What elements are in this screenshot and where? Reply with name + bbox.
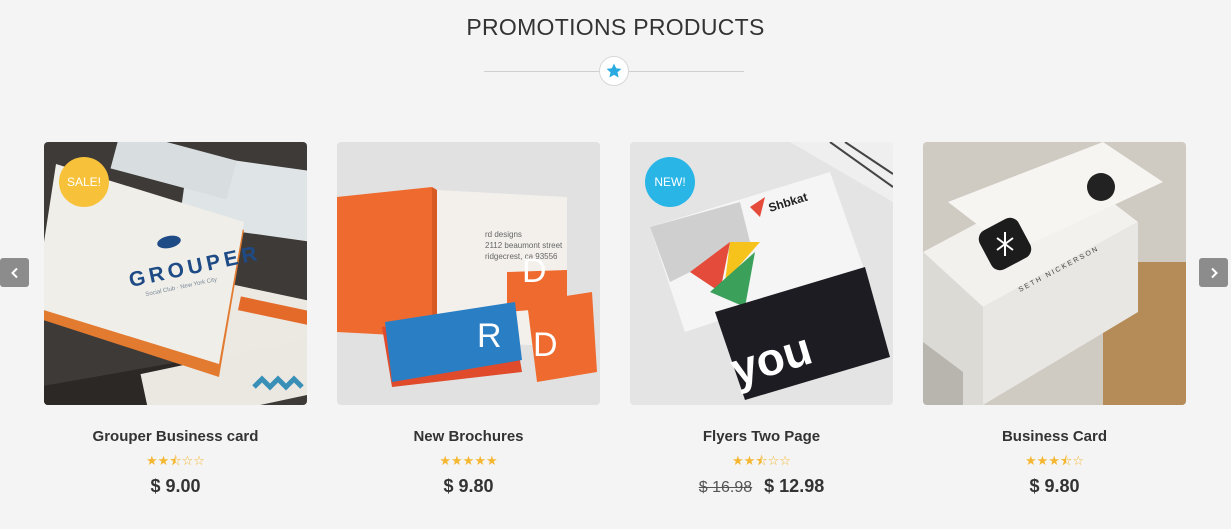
product-card[interactable]: Shbkat you NEW! Flyers Two Page ★★⯪☆☆ $ … (630, 142, 893, 497)
chevron-left-icon (10, 267, 18, 278)
product-price: $ 12.98 (764, 476, 825, 496)
product-image[interactable]: SETH NICKERSON (923, 142, 1186, 405)
product-old-price: $ 16.98 (698, 479, 753, 496)
product-name[interactable]: Business Card (923, 428, 1186, 445)
product-name[interactable]: New Brochures (337, 428, 600, 445)
product-image[interactable]: Shbkat you NEW! (630, 142, 893, 405)
new-tag: NEW! (645, 157, 695, 207)
section-title: PROMOTIONS PRODUCTS (466, 14, 765, 40)
chevron-right-icon (1210, 267, 1218, 278)
product-price-row: $ 9.00 (44, 476, 307, 497)
product-price: $ 9.80 (1029, 476, 1080, 496)
product-price: $ 9.00 (150, 476, 201, 496)
product-image[interactable]: GROUPER Social Club · New York City SALE… (44, 142, 307, 405)
product-price-row: $ 16.98 $ 12.98 (630, 476, 893, 497)
carousel-next-button[interactable] (1199, 258, 1228, 287)
product-price: $ 9.80 (443, 476, 494, 496)
sale-tag: SALE! (59, 157, 109, 207)
svg-text:rd designs: rd designs (485, 230, 522, 239)
product-card[interactable]: GROUPER Social Club · New York City SALE… (44, 142, 307, 497)
product-image-art: SETH NICKERSON (923, 142, 1186, 405)
svg-text:D: D (533, 326, 558, 364)
title-divider (484, 56, 744, 86)
product-rating: ★★⯪☆☆ (732, 453, 791, 468)
svg-text:R: R (477, 317, 502, 355)
product-image[interactable]: rd designs 2112 beaumont street ridgecre… (337, 142, 600, 405)
product-image-art: rd designs 2112 beaumont street ridgecre… (337, 142, 600, 405)
product-name[interactable]: Flyers Two Page (630, 428, 893, 445)
svg-text:2112 beaumont street: 2112 beaumont street (485, 241, 563, 250)
carousel-prev-button[interactable] (0, 258, 29, 287)
product-price-row: $ 9.80 (337, 476, 600, 497)
product-rating: ★★★★★ (439, 453, 498, 468)
svg-text:D: D (522, 252, 547, 290)
product-card[interactable]: rd designs 2112 beaumont street ridgecre… (337, 142, 600, 497)
star-icon (606, 63, 622, 78)
product-rating: ★★⯪☆☆ (146, 453, 205, 468)
product-rating: ★★★⯪☆ (1025, 453, 1084, 468)
product-card[interactable]: SETH NICKERSON Business Card ★★★⯪☆ $ 9.8… (923, 142, 1186, 497)
product-name[interactable]: Grouper Business card (44, 428, 307, 445)
product-price-row: $ 9.80 (923, 476, 1186, 497)
divider-badge (599, 56, 629, 86)
